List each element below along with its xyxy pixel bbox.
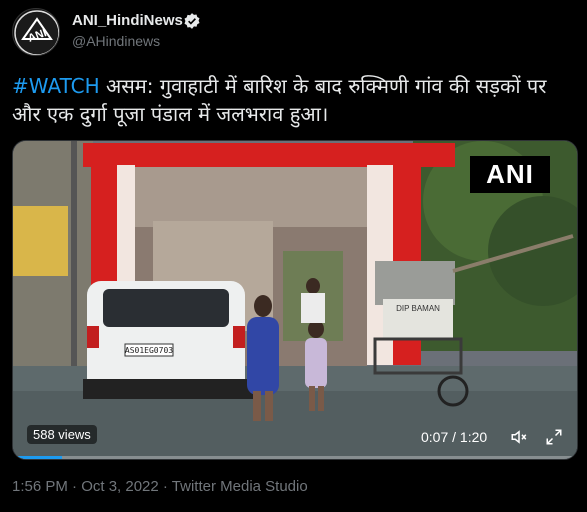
- tweet-header: ANI ANI_HindiNews @AHindinews: [0, 0, 587, 66]
- hashtag-link[interactable]: #WATCH: [12, 74, 100, 98]
- video-progress-fill: [13, 456, 63, 459]
- display-name[interactable]: ANI_HindiNews: [72, 12, 183, 29]
- cart-sign-text: DIP BAMAN: [396, 304, 440, 313]
- fullscreen-icon[interactable]: [545, 428, 563, 446]
- mute-icon[interactable]: [509, 428, 529, 446]
- car-plate-text: AS01EG0703: [125, 346, 173, 355]
- view-count: 588 views: [27, 425, 97, 444]
- verified-badge-icon: [184, 13, 200, 29]
- account-handle[interactable]: @AHindinews: [72, 33, 160, 49]
- tweet-text: #WATCH असम: गुवाहाटी में बारिश के बाद रु…: [12, 72, 577, 128]
- ani-watermark: ANI: [470, 156, 550, 193]
- tweet-metadata[interactable]: 1:56 PM · Oct 3, 2022 · Twitter Media St…: [12, 478, 308, 495]
- video-time: 0:07 / 1:20: [421, 429, 488, 445]
- avatar[interactable]: ANI: [12, 8, 60, 56]
- video-progress-bar[interactable]: [13, 456, 577, 459]
- video-player[interactable]: AS01EG0703 DIP BAMAN ANI 588 views 0:07 …: [12, 140, 578, 460]
